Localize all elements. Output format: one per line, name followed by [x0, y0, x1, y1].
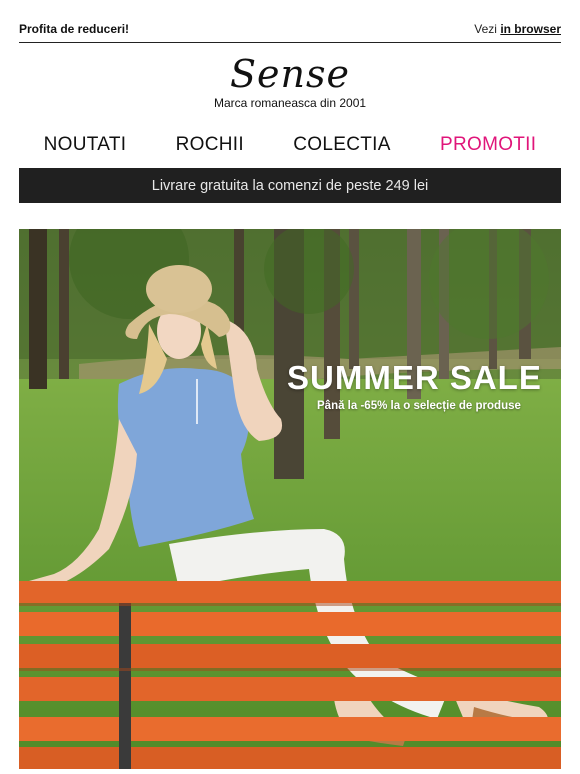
nav-item-promotii[interactable]: PROMOTII	[440, 134, 536, 158]
shipping-banner: Livrare gratuita la comenzi de peste 249…	[19, 168, 561, 203]
shipping-banner-text: Livrare gratuita la comenzi de peste 249…	[151, 177, 429, 194]
top-bar: Profita de reduceri! Vezi in browser	[19, 22, 561, 43]
brand-tagline: Marca romaneasca din 2001	[213, 96, 367, 110]
nav-item-noutati[interactable]: NOUTATI	[44, 134, 127, 158]
hero-image	[19, 229, 561, 769]
hero-banner[interactable]: SUMMER SALE Până la -65% la o selecție d…	[19, 229, 561, 769]
promo-link[interactable]: Profita de reduceri!	[19, 22, 129, 36]
nav-item-colectia[interactable]: COLECTIA	[293, 134, 390, 158]
nav-item-rochii[interactable]: ROCHII	[176, 134, 244, 158]
main-nav: NOUTATI ROCHII COLECTIA PROMOTII	[19, 134, 561, 158]
brand-header: Sense Marca romaneasca din 2001	[0, 52, 580, 110]
view-prefix: Vezi	[474, 22, 497, 36]
view-in-browser: Vezi in browser	[474, 22, 561, 36]
view-in-browser-link[interactable]: in browser	[500, 22, 561, 36]
brand-logo[interactable]: Sense	[0, 52, 580, 96]
hero-title: SUMMER SALE	[287, 359, 542, 396]
hero-subtitle: Până la -65% la o selecție de produse	[317, 400, 521, 412]
